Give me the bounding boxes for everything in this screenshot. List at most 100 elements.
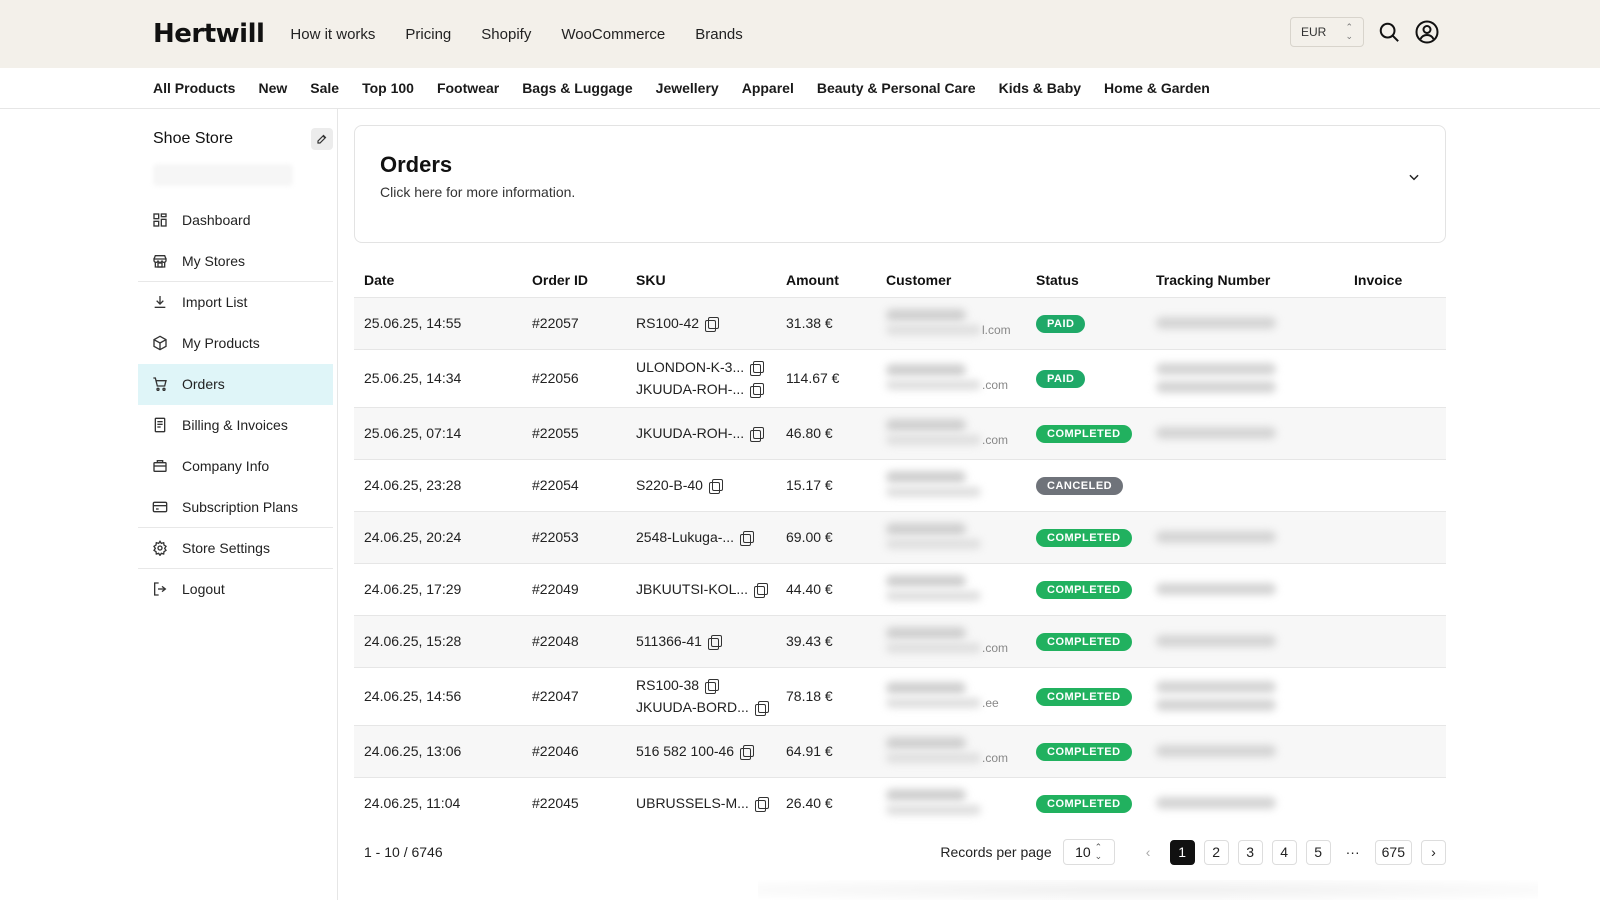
page-5-button[interactable]: 5 xyxy=(1305,839,1331,865)
copy-icon[interactable] xyxy=(754,582,769,598)
search-button[interactable] xyxy=(1376,19,1402,45)
table-row[interactable]: 25.06.25, 14:55 #22057 RS100-42 31.38 € l.co… xyxy=(354,296,1446,349)
sidebar-item-store-settings[interactable]: Store Settings xyxy=(138,528,333,569)
order-invoice[interactable] xyxy=(1344,458,1446,511)
category-footwear[interactable]: Footwear xyxy=(437,80,499,96)
copy-icon[interactable] xyxy=(705,678,720,694)
table-row[interactable]: 24.06.25, 13:06 #22046 516 582 100-46 64.91… xyxy=(354,724,1446,777)
table-row[interactable]: 25.06.25, 07:14 #22055 JKUUDA-ROH-... 46.80… xyxy=(354,406,1446,459)
order-invoice[interactable] xyxy=(1344,562,1446,615)
next-page-button[interactable]: › xyxy=(1421,839,1446,865)
tracking-number-blur[interactable] xyxy=(1156,317,1276,329)
category-top-100[interactable]: Top 100 xyxy=(362,80,414,96)
order-id[interactable]: #22049 xyxy=(522,562,626,615)
copy-icon[interactable] xyxy=(740,530,755,546)
top-nav-brands[interactable]: Brands xyxy=(695,26,743,43)
copy-icon[interactable] xyxy=(750,426,765,442)
category-beauty[interactable]: Beauty & Personal Care xyxy=(817,80,976,96)
order-id[interactable]: #22055 xyxy=(522,406,626,459)
category-kids-baby[interactable]: Kids & Baby xyxy=(999,80,1081,96)
order-id[interactable]: #22054 xyxy=(522,458,626,511)
page-2-button[interactable]: 2 xyxy=(1203,839,1229,865)
order-id[interactable]: #22057 xyxy=(522,296,626,349)
order-invoice[interactable] xyxy=(1344,510,1446,563)
col-date[interactable]: Date xyxy=(354,263,522,297)
category-home-garden[interactable]: Home & Garden xyxy=(1104,80,1210,96)
order-invoice[interactable] xyxy=(1344,776,1446,829)
tracking-number-blur[interactable] xyxy=(1156,681,1276,693)
brand-logo[interactable]: Hertwill xyxy=(153,19,265,49)
col-customer[interactable]: Customer xyxy=(876,263,1026,297)
tracking-number-blur[interactable] xyxy=(1156,363,1276,375)
order-id[interactable]: #22045 xyxy=(522,776,626,829)
tracking-number-blur[interactable] xyxy=(1156,745,1276,757)
category-apparel[interactable]: Apparel xyxy=(742,80,794,96)
copy-icon[interactable] xyxy=(708,478,723,494)
copy-icon[interactable] xyxy=(705,316,720,332)
edit-store-button[interactable] xyxy=(311,128,333,150)
sidebar-item-my-products[interactable]: My Products xyxy=(138,323,333,364)
last-page-button[interactable]: 675 xyxy=(1374,839,1412,865)
table-row[interactable]: 24.06.25, 23:28 #22054 S220-B-40 15.17 € CAN… xyxy=(354,458,1446,511)
order-invoice[interactable] xyxy=(1344,348,1446,407)
prev-page-button[interactable]: ‹ xyxy=(1135,839,1161,865)
category-sale[interactable]: Sale xyxy=(310,80,339,96)
order-invoice[interactable] xyxy=(1344,666,1446,725)
orders-info-card[interactable]: Orders Click here for more information. xyxy=(354,125,1446,243)
tracking-number-blur[interactable] xyxy=(1156,699,1276,711)
order-id[interactable]: #22053 xyxy=(522,510,626,563)
order-id[interactable]: #22056 xyxy=(522,348,626,407)
col-status[interactable]: Status xyxy=(1026,263,1146,297)
tracking-number-blur[interactable] xyxy=(1156,531,1276,543)
order-id[interactable]: #22047 xyxy=(522,666,626,725)
page-1-button[interactable]: 1 xyxy=(1169,839,1195,865)
col-order-id[interactable]: Order ID xyxy=(522,263,626,297)
col-amount[interactable]: Amount xyxy=(776,263,876,297)
tracking-number-blur[interactable] xyxy=(1156,635,1276,647)
col-tracking[interactable]: Tracking Number xyxy=(1146,263,1344,297)
sidebar-item-orders[interactable]: Orders xyxy=(138,364,333,405)
copy-icon[interactable] xyxy=(750,382,765,398)
page-4-button[interactable]: 4 xyxy=(1271,839,1297,865)
copy-icon[interactable] xyxy=(750,360,765,376)
category-bags-luggage[interactable]: Bags & Luggage xyxy=(522,80,632,96)
category-new[interactable]: New xyxy=(258,80,287,96)
tracking-number-blur[interactable] xyxy=(1156,427,1276,439)
sidebar-item-my-stores[interactable]: My Stores xyxy=(138,241,333,282)
table-row[interactable]: 24.06.25, 17:29 #22049 JBKUUTSI-KOL... 44.4… xyxy=(354,562,1446,615)
table-row[interactable]: 24.06.25, 20:24 #22053 2548-Lukuga-... 69.0… xyxy=(354,510,1446,563)
table-row[interactable]: 25.06.25, 14:34 #22056 ULONDON-K-3... JKUUD… xyxy=(354,348,1446,407)
sidebar-item-subscription[interactable]: Subscription Plans xyxy=(138,487,333,528)
account-button[interactable] xyxy=(1414,19,1440,45)
currency-select[interactable]: EUR ⌃ ⌄ xyxy=(1290,17,1364,47)
col-invoice[interactable]: Invoice xyxy=(1344,263,1446,297)
order-invoice[interactable] xyxy=(1344,296,1446,349)
category-jewellery[interactable]: Jewellery xyxy=(656,80,719,96)
top-nav-how-it-works[interactable]: How it works xyxy=(290,26,375,43)
col-sku[interactable]: SKU xyxy=(626,263,776,297)
sidebar-item-dashboard[interactable]: Dashboard xyxy=(138,200,333,241)
copy-icon[interactable] xyxy=(754,796,769,812)
copy-icon[interactable] xyxy=(754,700,769,716)
sidebar-item-import-list[interactable]: Import List xyxy=(138,282,333,323)
copy-icon[interactable] xyxy=(707,634,722,650)
order-invoice[interactable] xyxy=(1344,614,1446,667)
top-nav-woocommerce[interactable]: WooCommerce xyxy=(561,26,665,43)
top-nav-pricing[interactable]: Pricing xyxy=(405,26,451,43)
tracking-number-blur[interactable] xyxy=(1156,583,1276,595)
category-all-products[interactable]: All Products xyxy=(153,80,235,96)
page-3-button[interactable]: 3 xyxy=(1237,839,1263,865)
sidebar-item-company-info[interactable]: Company Info xyxy=(138,446,333,487)
top-nav-shopify[interactable]: Shopify xyxy=(481,26,531,43)
sidebar-item-logout[interactable]: Logout xyxy=(138,569,333,610)
order-invoice[interactable] xyxy=(1344,724,1446,777)
table-row[interactable]: 24.06.25, 14:56 #22047 RS100-38 JKUUDA-BORD… xyxy=(354,666,1446,725)
tracking-number-blur[interactable] xyxy=(1156,381,1276,393)
order-id[interactable]: #22046 xyxy=(522,724,626,777)
table-row[interactable]: 24.06.25, 15:28 #22048 511366-41 39.43 € .co… xyxy=(354,614,1446,667)
tracking-number-blur[interactable] xyxy=(1156,797,1276,810)
table-row[interactable]: 24.06.25, 11:04 #22045 UBRUSSELS-M... 26.40… xyxy=(354,776,1446,829)
order-invoice[interactable] xyxy=(1344,406,1446,459)
per-page-select[interactable]: 10 ⌃ ⌄ xyxy=(1062,839,1115,865)
order-id[interactable]: #22048 xyxy=(522,614,626,667)
